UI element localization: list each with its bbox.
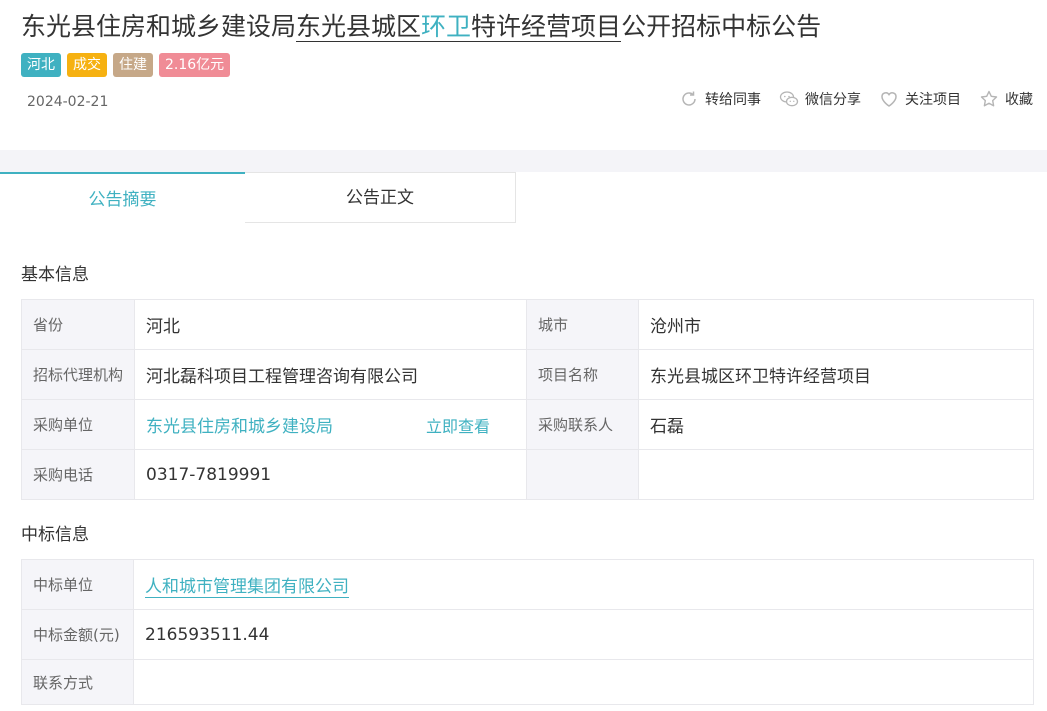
- table-row: 招标代理机构 河北磊科项目工程管理咨询有限公司 项目名称 东光县城区环卫特许经营…: [21, 349, 1034, 400]
- favorite-button[interactable]: 收藏: [979, 89, 1033, 109]
- agency-label: 招标代理机构: [21, 349, 135, 400]
- wechat-share-label: 微信分享: [805, 92, 861, 108]
- action-bar: 转给同事 微信分享 关注项目 收藏: [679, 89, 1033, 109]
- follow-project-button[interactable]: 关注项目: [879, 89, 961, 109]
- forward-button[interactable]: 转给同事: [679, 89, 761, 109]
- agency-value: 河北磊科项目工程管理咨询有限公司: [134, 349, 527, 400]
- amount-value: 216593511.44: [133, 609, 1034, 660]
- forward-icon: [682, 91, 696, 106]
- title-project-link[interactable]: 东光县城区环卫特许经营项目: [296, 12, 622, 42]
- title-suffix: 公开招标中标公告: [621, 12, 822, 41]
- province-label: 省份: [21, 299, 135, 350]
- city-label: 城市: [526, 299, 639, 350]
- tab-full-text[interactable]: 公告正文: [245, 172, 516, 223]
- tab-summary[interactable]: 公告摘要: [0, 172, 245, 222]
- publish-date: 2024-02-21: [27, 94, 109, 110]
- contact-method-label: 联系方式: [21, 659, 134, 705]
- buyer-phone-value: 0317-7819991: [134, 449, 527, 500]
- tag-region: 河北: [21, 53, 61, 77]
- buyer-link[interactable]: 东光县住房和城乡建设局: [146, 412, 333, 437]
- project-name-value: 东光县城区环卫特许经营项目: [638, 349, 1034, 400]
- page: 东光县住房和城乡建设局东光县城区环卫特许经营项目公开招标中标公告 河北 成交 住…: [0, 0, 1047, 711]
- province-value: 河北: [134, 299, 527, 350]
- buyer-contact-value: 石磊: [638, 399, 1034, 450]
- table-row: 中标单位 人和城市管理集团有限公司: [21, 559, 1034, 610]
- divider-band: [0, 150, 1047, 172]
- tag-list: 河北 成交 住建 2.16亿元: [21, 53, 231, 77]
- title-buyer: 东光县住房和城乡建设局: [21, 12, 297, 41]
- buyer-cell: 东光县住房和城乡建设局 立即查看: [134, 399, 527, 450]
- winner-info-table: 中标单位 人和城市管理集团有限公司 中标金额(元) 216593511.44 联…: [21, 559, 1034, 705]
- amount-label: 中标金额(元): [21, 609, 134, 660]
- buyer-label: 采购单位: [21, 399, 135, 450]
- buyer-phone-label: 采购电话: [21, 449, 135, 500]
- empty-label-cell: [526, 449, 639, 500]
- forward-label: 转给同事: [705, 92, 761, 108]
- empty-value-cell: [638, 449, 1034, 500]
- favorite-label: 收藏: [1005, 92, 1033, 108]
- table-row: 中标金额(元) 216593511.44: [21, 609, 1034, 660]
- follow-project-label: 关注项目: [905, 92, 961, 108]
- winner-label: 中标单位: [21, 559, 134, 610]
- winner-link[interactable]: 人和城市管理集团有限公司: [145, 577, 349, 598]
- wechat-share-button[interactable]: 微信分享: [779, 89, 861, 109]
- table-row: 联系方式: [21, 659, 1034, 705]
- table-row: 采购电话 0317-7819991: [21, 449, 1034, 500]
- wechat-icon: [779, 91, 799, 107]
- tag-status: 成交: [67, 53, 107, 77]
- basic-info-title: 基本信息: [21, 265, 89, 285]
- title-highlight: 环卫: [421, 12, 472, 41]
- table-row: 采购单位 东光县住房和城乡建设局 立即查看 采购联系人 石磊: [21, 399, 1034, 450]
- tag-industry: 住建: [113, 53, 153, 77]
- page-title: 东光县住房和城乡建设局东光县城区环卫特许经营项目公开招标中标公告: [21, 10, 821, 44]
- buyer-contact-label: 采购联系人: [526, 399, 639, 450]
- tag-amount: 2.16亿元: [159, 53, 231, 77]
- city-value: 沧州市: [638, 299, 1034, 350]
- basic-info-table: 省份 河北 城市 沧州市 招标代理机构 河北磊科项目工程管理咨询有限公司 项目名…: [21, 299, 1034, 500]
- view-now-link[interactable]: 立即查看: [426, 413, 515, 437]
- tab-bar: 公告摘要 公告正文: [0, 172, 516, 223]
- heart-icon: [881, 92, 897, 107]
- winner-info-title: 中标信息: [21, 525, 89, 545]
- table-row: 省份 河北 城市 沧州市: [21, 299, 1034, 350]
- project-name-label: 项目名称: [526, 349, 639, 400]
- contact-method-value: [133, 659, 1034, 705]
- winner-cell: 人和城市管理集团有限公司: [133, 559, 1034, 610]
- star-icon: [980, 90, 998, 107]
